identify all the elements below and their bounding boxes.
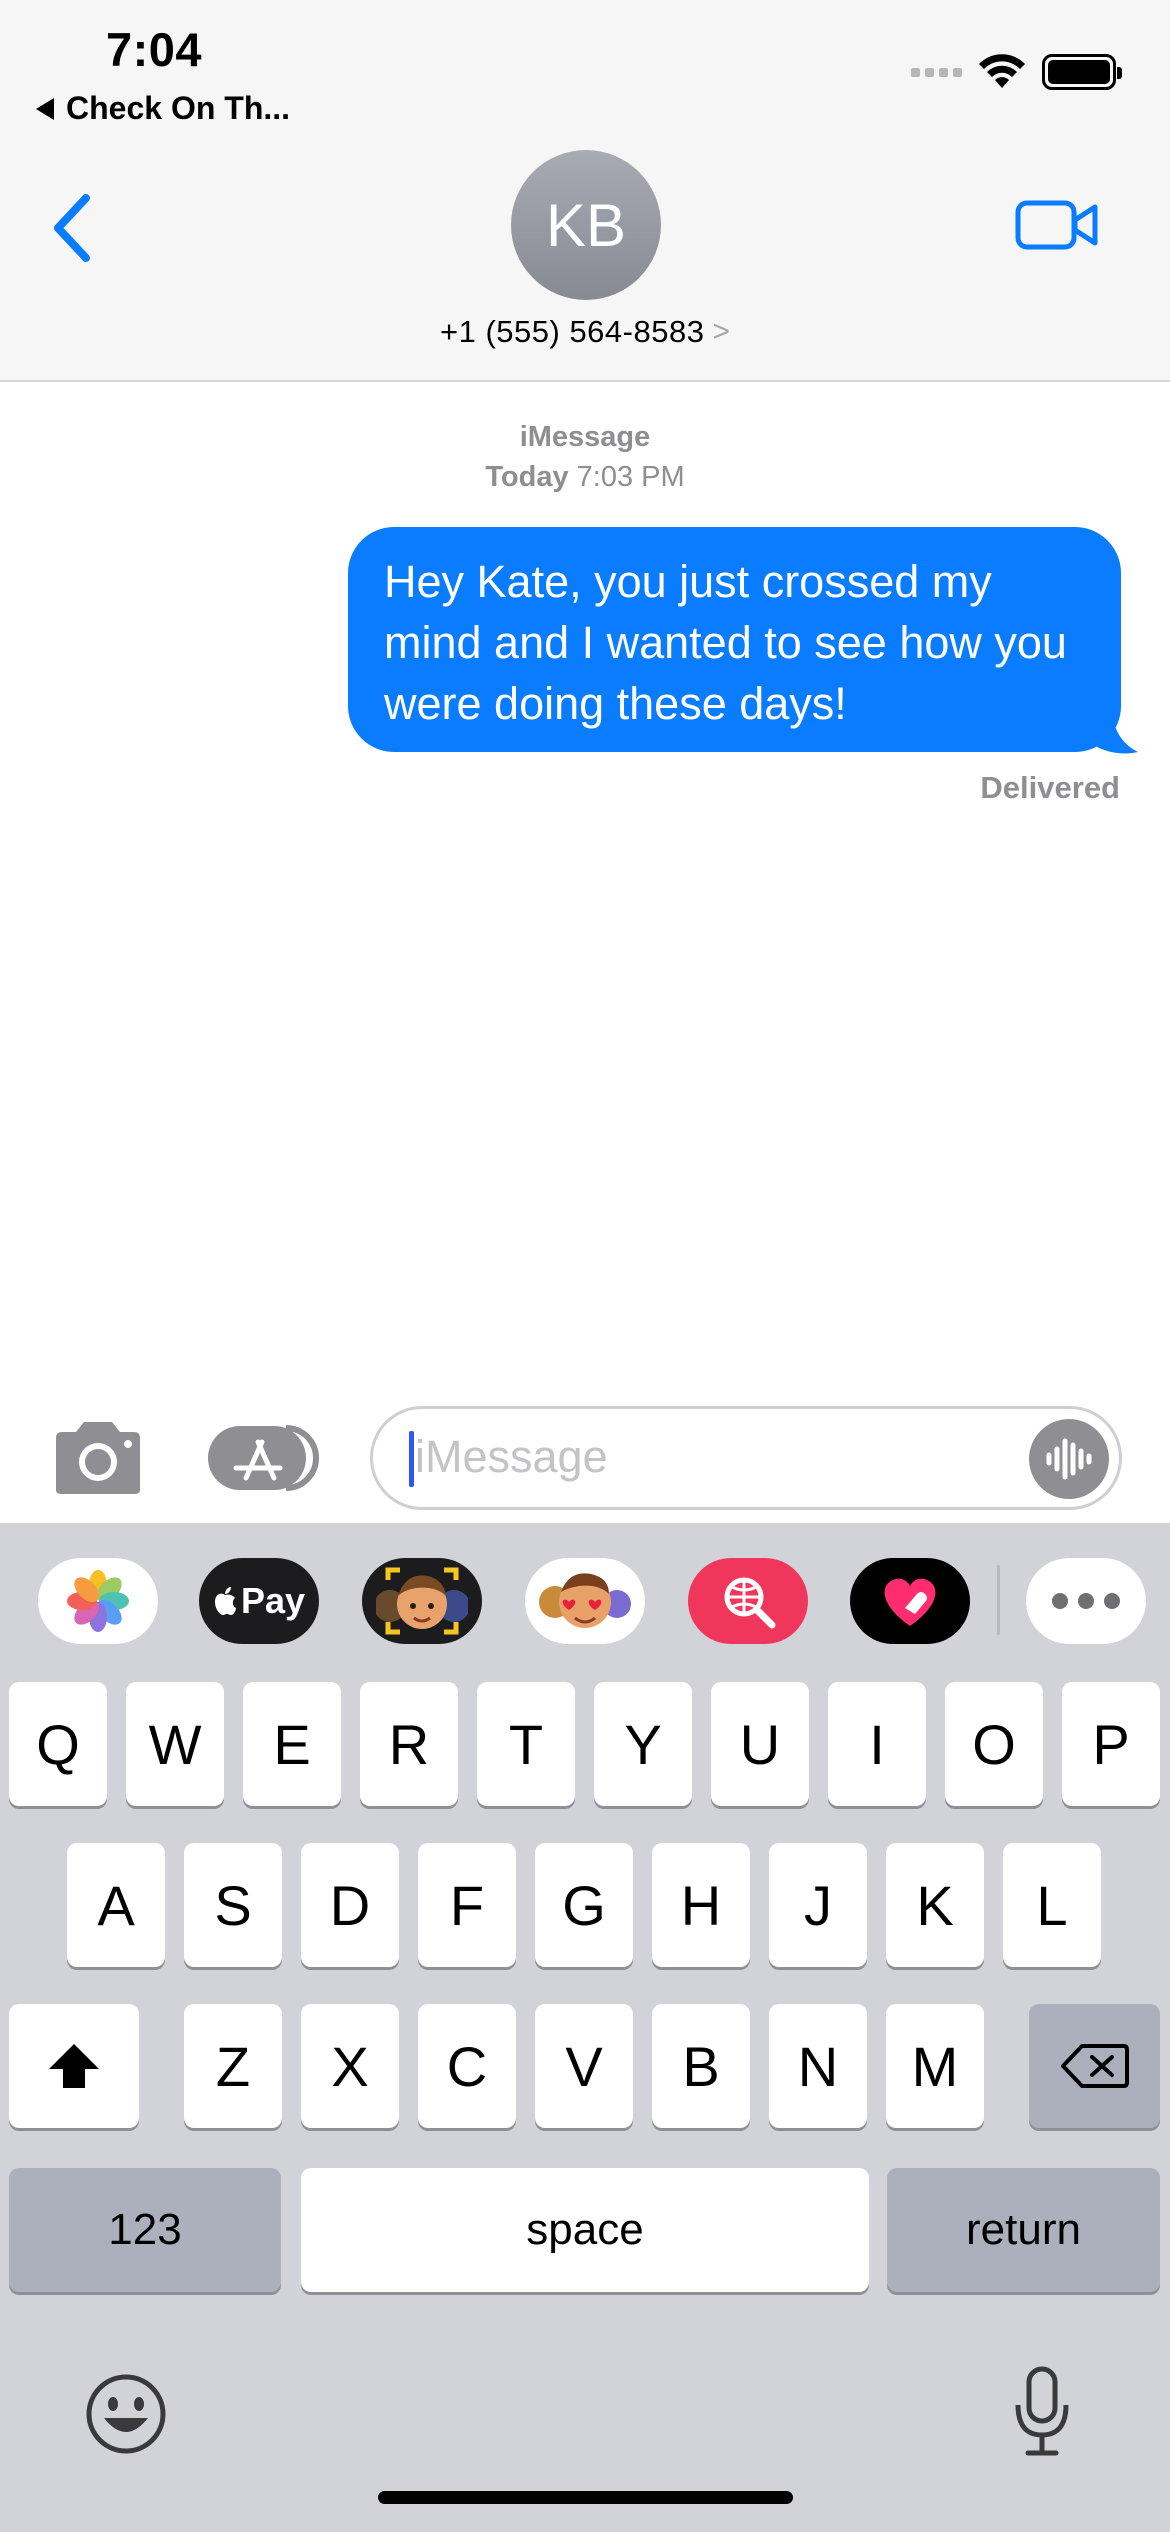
drawer-separator <box>997 1565 1000 1635</box>
digital-touch-app-icon[interactable] <box>850 1558 970 1644</box>
status-icons <box>911 52 1122 92</box>
key-l[interactable]: L <box>1003 1843 1101 1967</box>
message-input[interactable]: iMessage <box>370 1406 1122 1510</box>
memoji-face-icon <box>376 1567 468 1635</box>
contact-avatar[interactable]: KB <box>511 150 661 300</box>
key-b[interactable]: B <box>652 2004 750 2128</box>
ellipsis-icon <box>1052 1593 1120 1609</box>
photos-flower-icon <box>67 1570 129 1632</box>
key-f[interactable]: F <box>418 1843 516 1967</box>
key-e[interactable]: E <box>243 1682 341 1806</box>
shift-arrow-icon <box>49 2044 99 2088</box>
audio-message-button[interactable] <box>1029 1419 1109 1499</box>
globe-search-icon <box>724 1577 776 1629</box>
key-y[interactable]: Y <box>594 1682 692 1806</box>
apple-logo-icon <box>214 1587 236 1615</box>
key-p[interactable]: P <box>1062 1682 1160 1806</box>
heart-touch-icon <box>884 1578 936 1626</box>
wifi-icon <box>979 54 1025 88</box>
key-q[interactable]: Q <box>9 1682 107 1806</box>
outgoing-message-bubble[interactable]: Hey Kate, you just crossed my mind and I… <box>348 527 1121 752</box>
message-timestamp: Today 7:03 PM <box>0 461 1170 494</box>
key-m[interactable]: M <box>886 2004 984 2128</box>
key-h[interactable]: H <box>652 1843 750 1967</box>
memoji-sticker-icon <box>539 1573 631 1628</box>
avatar-initials: KB <box>545 191 627 259</box>
key-n[interactable]: N <box>769 2004 867 2128</box>
delete-backspace-icon <box>1060 2044 1129 2088</box>
key-k[interactable]: K <box>886 1843 984 1967</box>
imessage-app-drawer: Pay <box>0 1523 1170 1683</box>
delete-key[interactable] <box>1029 2004 1160 2128</box>
timestamp-day: Today <box>485 461 569 493</box>
key-s[interactable]: S <box>184 1843 282 1967</box>
key-w[interactable]: W <box>126 1682 224 1806</box>
back-to-app-link[interactable]: Check On Th... <box>36 90 290 127</box>
key-c[interactable]: C <box>418 2004 516 2128</box>
text-caret <box>409 1431 414 1487</box>
message-input-placeholder: iMessage <box>415 1431 608 1482</box>
key-r[interactable]: R <box>360 1682 458 1806</box>
service-label: iMessage <box>519 421 651 453</box>
emoji-icon[interactable] <box>84 2372 168 2456</box>
keyboard: Pay Q W E R T Y U I O P A S D F G H J K … <box>0 1523 1170 2532</box>
key-u[interactable]: U <box>711 1682 809 1806</box>
contact-chevron-icon: > <box>712 315 730 348</box>
return-key[interactable]: return <box>887 2168 1160 2292</box>
back-triangle-icon <box>36 97 54 120</box>
shift-key[interactable] <box>9 2004 139 2128</box>
status-time: 7:04 <box>106 23 203 76</box>
waveform-icon <box>1046 1438 1092 1480</box>
key-d[interactable]: D <box>301 1843 399 1967</box>
key-g[interactable]: G <box>535 1843 633 1967</box>
key-o[interactable]: O <box>945 1682 1043 1806</box>
apple-pay-label: Pay <box>240 1580 306 1621</box>
apple-pay-app-icon[interactable]: Pay <box>199 1558 319 1644</box>
memoji-stickers-app-icon[interactable] <box>525 1558 645 1644</box>
key-t[interactable]: T <box>477 1682 575 1806</box>
app-store-icon[interactable] <box>206 1420 322 1496</box>
images-search-app-icon[interactable] <box>688 1558 808 1644</box>
delivery-status: Delivered <box>980 770 1120 805</box>
back-app-label: Check On Th... <box>66 90 291 126</box>
contact-name: +1 (555) 564-8583 <box>440 314 705 349</box>
key-x[interactable]: X <box>301 2004 399 2128</box>
key-z[interactable]: Z <box>184 2004 282 2128</box>
battery-icon <box>1042 54 1122 90</box>
conversation-header: 7:04 Check On Th... KB +1 (555) 564-8583… <box>0 0 1170 382</box>
timestamp-time: 7:03 PM <box>576 461 685 493</box>
cellular-signal-icon <box>911 67 962 77</box>
back-chevron-icon[interactable] <box>44 188 104 268</box>
facetime-video-icon[interactable] <box>1015 198 1099 252</box>
key-a[interactable]: A <box>67 1843 165 1967</box>
more-apps-icon[interactable] <box>1026 1558 1146 1644</box>
contact-details-button[interactable]: +1 (555) 564-8583 > <box>0 314 1170 350</box>
space-key[interactable]: space <box>301 2168 869 2292</box>
key-j[interactable]: J <box>769 1843 867 1967</box>
dictation-microphone-icon[interactable] <box>1012 2365 1072 2459</box>
key-i[interactable]: I <box>828 1682 926 1806</box>
numbers-key[interactable]: 123 <box>9 2168 281 2292</box>
message-text: Hey Kate, you just crossed my mind and I… <box>384 556 1067 729</box>
key-v[interactable]: V <box>535 2004 633 2128</box>
camera-icon[interactable] <box>50 1420 146 1496</box>
memoji-camera-app-icon[interactable] <box>362 1558 482 1644</box>
photos-app-icon[interactable] <box>38 1558 158 1644</box>
home-indicator[interactable] <box>378 2491 793 2504</box>
